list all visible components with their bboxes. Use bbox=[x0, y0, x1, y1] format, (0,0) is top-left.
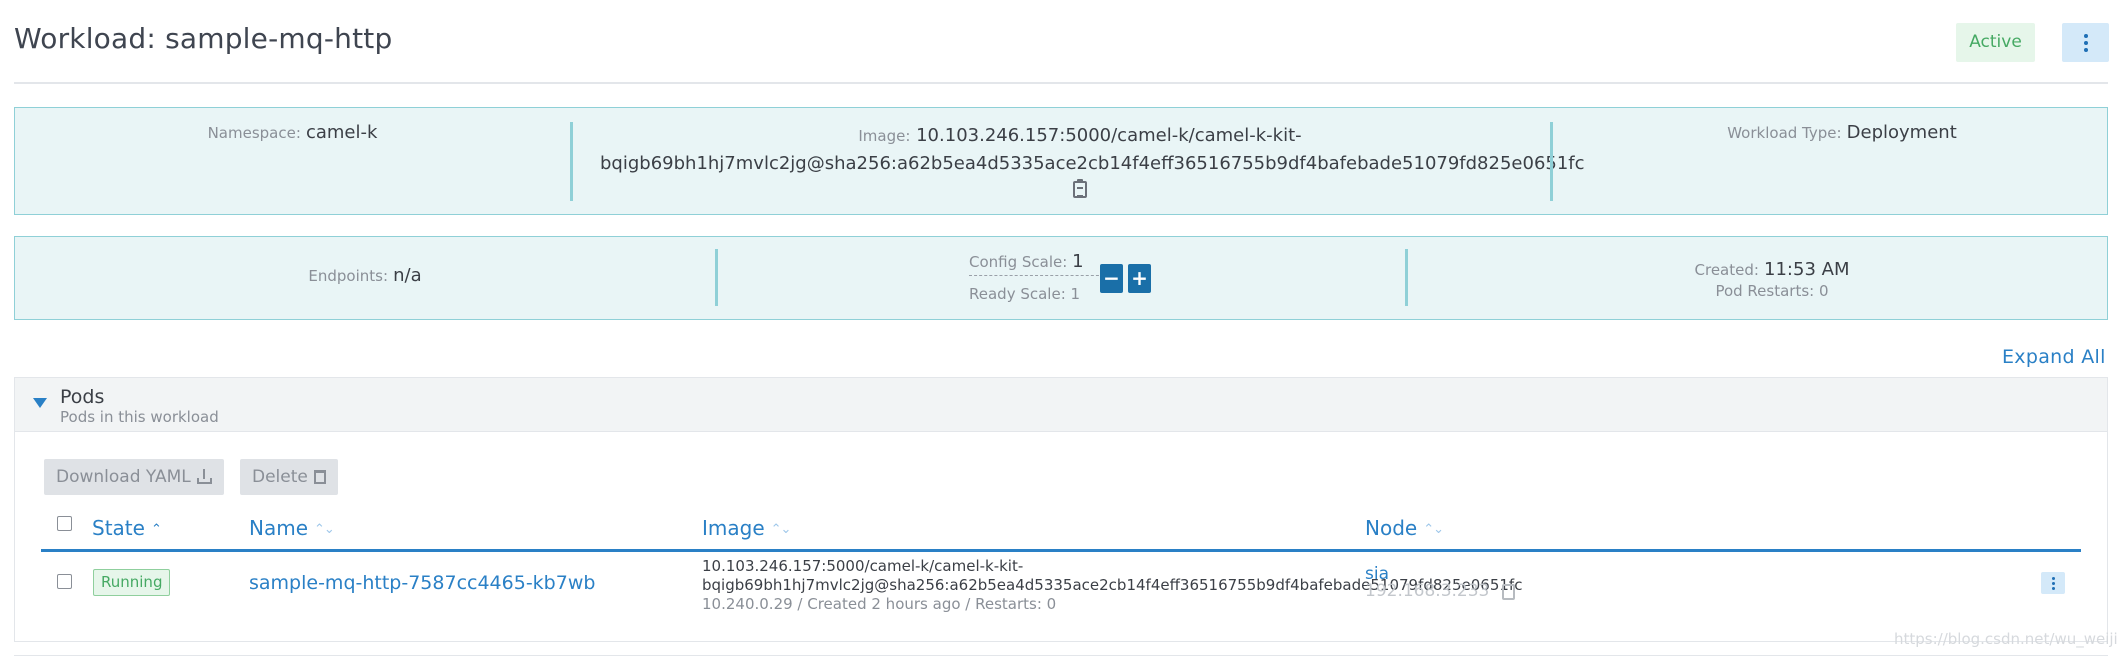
more-vertical-icon bbox=[2051, 576, 2055, 580]
config-scale-row[interactable]: Config Scale: 1 bbox=[969, 251, 1104, 276]
column-header-state[interactable]: State ⌃ bbox=[92, 516, 162, 540]
scale-field: Config Scale: 1 Ready Scale: 1 bbox=[969, 251, 1104, 303]
download-yaml-label: Download YAML bbox=[56, 467, 191, 487]
workload-actions-button[interactable] bbox=[2062, 23, 2109, 62]
scale-down-button[interactable]: − bbox=[1100, 264, 1123, 293]
row-checkbox[interactable] bbox=[57, 574, 72, 589]
trash-icon bbox=[313, 470, 326, 484]
workload-type-label: Workload Type: bbox=[1727, 124, 1842, 142]
column-header-image[interactable]: Image ⌃⌄ bbox=[702, 516, 792, 540]
workload-type-value: Deployment bbox=[1846, 122, 1957, 143]
column-image-label: Image bbox=[702, 516, 765, 540]
watermark: https://blog.csdn.net/wu_weijie bbox=[1894, 630, 2118, 648]
delete-label: Delete bbox=[252, 467, 308, 487]
sort-icon: ⌃⌄ bbox=[1423, 522, 1444, 537]
download-icon bbox=[196, 469, 212, 484]
endpoints-value: n/a bbox=[393, 265, 422, 286]
sort-icon: ⌃⌄ bbox=[770, 522, 792, 537]
sort-icon: ⌃ bbox=[150, 522, 162, 537]
more-dot bbox=[2051, 581, 2055, 585]
column-node-label: Node bbox=[1365, 516, 1418, 540]
more-dot bbox=[2083, 40, 2088, 45]
clipboard-icon[interactable] bbox=[1502, 584, 1515, 600]
scale-separator bbox=[715, 249, 718, 306]
more-dot bbox=[2083, 47, 2088, 52]
image-field: Image: 10.103.246.157:5000/camel-k/camel… bbox=[600, 122, 1585, 206]
pod-image-line1: 10.103.246.157:5000/camel-k/camel-k-kit- bbox=[702, 557, 1024, 575]
image-value-line1: 10.103.246.157:5000/camel-k/camel-k-kit- bbox=[916, 125, 1302, 146]
namespace-value: camel-k bbox=[305, 122, 378, 143]
details-separator bbox=[570, 122, 573, 201]
endpoints-field: Endpoints: n/a bbox=[15, 265, 715, 286]
scale-up-button[interactable]: + bbox=[1128, 264, 1151, 293]
collapse-chevron-icon[interactable] bbox=[33, 398, 47, 408]
delete-button[interactable]: Delete bbox=[240, 459, 338, 495]
row-actions-button[interactable] bbox=[2041, 572, 2065, 594]
column-name-label: Name bbox=[249, 516, 309, 540]
workload-scale-box: Endpoints: n/a Config Scale: 1 Ready Sca… bbox=[14, 236, 2108, 320]
clipboard-icon[interactable] bbox=[1073, 179, 1087, 198]
node-link[interactable]: sia bbox=[1365, 564, 1389, 584]
bottom-divider bbox=[14, 655, 2108, 656]
table-header-rule bbox=[41, 549, 2081, 552]
config-scale-label: Config Scale: bbox=[969, 253, 1068, 271]
column-header-name[interactable]: Name ⌃⌄ bbox=[249, 516, 335, 540]
select-all-checkbox[interactable] bbox=[57, 516, 72, 531]
image-value-line2: bqigb69bh1hj7mvlc2jg@sha256:a62b5ea4d533… bbox=[600, 153, 1585, 174]
workload-state-badge: Active bbox=[1956, 23, 2035, 62]
workload-details-box: Namespace: camel-k Image: 10.103.246.157… bbox=[14, 107, 2108, 215]
pods-section-header[interactable]: Pods Pods in this workload bbox=[14, 377, 2108, 432]
pods-title: Pods bbox=[60, 386, 105, 408]
namespace-label: Namespace: bbox=[207, 124, 301, 142]
more-vertical-icon bbox=[2083, 33, 2088, 38]
created-value: 11:53 AM bbox=[1764, 259, 1850, 280]
workload-type-field: Workload Type: Deployment bbox=[1575, 122, 2109, 143]
page-title: Workload: sample-mq-http bbox=[14, 22, 393, 55]
image-label: Image: bbox=[858, 127, 911, 145]
pods-subtitle: Pods in this workload bbox=[60, 408, 219, 426]
pod-restarts: Pod Restarts: 0 bbox=[1715, 282, 1829, 300]
download-yaml-button[interactable]: Download YAML bbox=[44, 459, 224, 495]
pod-state-badge: Running bbox=[93, 569, 171, 596]
column-header-node[interactable]: Node ⌃⌄ bbox=[1365, 516, 1444, 540]
sort-icon: ⌃⌄ bbox=[314, 522, 335, 537]
node-ip: 192.168.3.233 bbox=[1365, 581, 1490, 601]
namespace-field: Namespace: camel-k bbox=[15, 122, 570, 143]
pod-name-link[interactable]: sample-mq-http-7587cc4465-kb7wb bbox=[249, 572, 595, 594]
more-dot bbox=[2051, 586, 2055, 590]
expand-all-link[interactable]: Expand All bbox=[2002, 346, 2106, 368]
details-separator bbox=[1550, 122, 1553, 201]
ready-scale: Ready Scale: 1 bbox=[969, 285, 1081, 303]
endpoints-label: Endpoints: bbox=[308, 267, 389, 285]
header-divider bbox=[14, 82, 2108, 84]
config-scale-value: 1 bbox=[1072, 251, 1084, 272]
created-field: Created: 11:53 AM Pod Restarts: 0 bbox=[1435, 259, 2109, 300]
column-state-label: State bbox=[92, 516, 145, 540]
scale-separator bbox=[1405, 249, 1408, 306]
created-label: Created: bbox=[1694, 261, 1759, 279]
